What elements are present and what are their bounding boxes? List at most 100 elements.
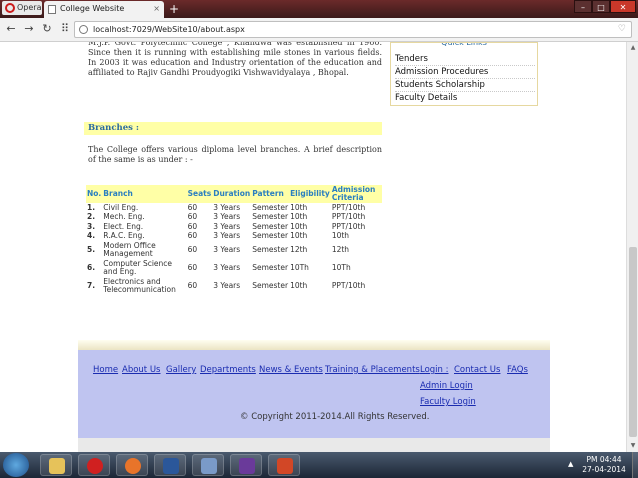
footer-link-about-us[interactable]: About Us (122, 365, 160, 375)
forward-button[interactable]: → (22, 22, 36, 35)
opera-menu-label: Opera (17, 3, 42, 12)
cell-eligibility: 10Th (290, 263, 309, 272)
footer-link-faculty-login[interactable]: Faculty Login (420, 397, 476, 407)
quick-links-heading: Quick Links (391, 43, 537, 49)
cell-branch: Elect. Eng. (103, 221, 144, 231)
maximize-button[interactable]: □ (592, 0, 610, 13)
col-duration: Duration (212, 185, 252, 203)
footer-link-faqs[interactable]: FAQs (507, 365, 528, 375)
sidebar-item-students-scholarship[interactable]: Students Scholarship (395, 79, 535, 92)
cell-seats: 60 (187, 212, 198, 222)
taskbar-powerpoint-button[interactable] (268, 454, 300, 476)
site-footer: Home About Us Gallery Departments News &… (78, 350, 550, 438)
footer-link-gallery[interactable]: Gallery (166, 365, 196, 375)
cell-pattern: Semester (252, 281, 289, 290)
cell-duration: 3 Years (213, 212, 241, 222)
sidebar-item-tenders[interactable]: Tenders (395, 53, 535, 66)
col-branch: Branch (102, 185, 187, 203)
cell-seats: 60 (187, 221, 198, 231)
table-row: 6. Computer Science and Eng. 60 3 Years Seme… (86, 259, 382, 277)
cell-seats: 60 (187, 202, 198, 212)
cell-duration: 3 Years (213, 281, 241, 290)
browser-titlebar: Opera College Website × + – □ ✕ (0, 0, 638, 18)
tab-title: College Website (60, 4, 125, 13)
opera-menu-button[interactable]: Opera (2, 1, 42, 15)
taskbar-word-button[interactable] (154, 454, 186, 476)
firefox-icon (125, 458, 141, 474)
footer-link-home[interactable]: Home (93, 365, 118, 375)
footer-link-login[interactable]: Login : (420, 365, 449, 375)
table-row: 4. R.A.C. Eng. 60 3 Years Semester 10th 10th (86, 232, 382, 242)
cell-duration: 3 Years (213, 263, 241, 272)
minimize-button[interactable]: – (574, 0, 592, 13)
cell-duration: 3 Years (213, 221, 241, 231)
taskbar-clock[interactable]: PM 04:44 27-04-2014 (578, 455, 630, 475)
cell-branch: Computer Science and Eng. (103, 259, 173, 276)
opera-icon (87, 458, 103, 474)
footer-link-admin-login[interactable]: Admin Login (420, 381, 473, 391)
sidebar-item-faculty-details[interactable]: Faculty Details (395, 92, 535, 105)
url-text: localhost:7029/WebSite10/about.aspx (93, 25, 245, 34)
back-button[interactable]: ← (4, 22, 18, 35)
footer-link-news-events[interactable]: News & Events (259, 365, 323, 375)
taskbar-opera-button[interactable] (78, 454, 110, 476)
web-page: M.J.P. Govt. Polytechnic College , Khand… (0, 42, 638, 452)
taskbar-firefox-button[interactable] (116, 454, 148, 476)
new-tab-button[interactable]: + (166, 1, 182, 17)
branch-table-body: 1. Civil Eng. 60 3 Years Semester 10th PPT/10t… (86, 203, 382, 295)
scroll-down-icon[interactable]: ▼ (627, 440, 638, 452)
cell-duration: 3 Years (213, 231, 241, 241)
cell-no: 5. (87, 245, 96, 254)
close-window-button[interactable]: ✕ (610, 0, 636, 13)
footer-link-training-placements[interactable]: Training & Placements (325, 365, 420, 375)
url-field[interactable]: localhost:7029/WebSite10/about.aspx ♡ (74, 21, 632, 38)
cell-pattern: Semester (252, 202, 289, 212)
app-icon (201, 458, 217, 474)
col-eligibility: Eligibility (289, 185, 331, 203)
taskbar-explorer-button[interactable] (40, 454, 72, 476)
table-row: 7. Electronics and Telecommunication 60 3 Y… (86, 277, 382, 295)
folder-icon (49, 458, 65, 474)
cell-admission: PPT/10th (331, 212, 366, 222)
footer-divider (78, 340, 550, 350)
show-desktop-button[interactable] (632, 452, 638, 478)
taskbar-app-button[interactable] (192, 454, 224, 476)
cell-pattern: Semester (252, 263, 289, 272)
cell-no: 4. (87, 231, 96, 241)
start-button[interactable] (3, 453, 29, 477)
vertical-scrollbar[interactable]: ▲ ▼ (626, 42, 638, 452)
col-pattern: Pattern (251, 185, 290, 203)
reload-button[interactable]: ↻ (40, 22, 54, 35)
tab-close-icon[interactable]: × (153, 1, 160, 17)
taskbar-visual-studio-button[interactable] (230, 454, 262, 476)
cell-admission: 10th (331, 231, 350, 241)
col-admission-criteria: Admission Criteria (330, 185, 382, 203)
table-row: 1. Civil Eng. 60 3 Years Semester 10th PPT/10t… (86, 203, 382, 213)
speed-dial-icon[interactable]: ⠿ (58, 22, 72, 35)
cell-branch: Civil Eng. (103, 202, 139, 212)
footer-link-contact-us[interactable]: Contact Us (454, 365, 500, 375)
window-controls: – □ ✕ (574, 0, 636, 14)
browser-tab[interactable]: College Website × (44, 1, 164, 18)
table-header-row: No. Branch Seats Duration Pattern Eligib… (86, 185, 382, 203)
globe-icon (79, 25, 88, 34)
table-row: 3. Elect. Eng. 60 3 Years Semester 10th PPT/10… (86, 222, 382, 232)
bookmark-heart-icon[interactable]: ♡ (618, 22, 626, 37)
footer-link-departments[interactable]: Departments (200, 365, 256, 375)
cell-admission: PPT/10th (331, 221, 366, 231)
cell-branch: Mech. Eng. (103, 212, 145, 222)
cell-seats: 60 (187, 231, 198, 241)
cell-branch: Electronics and Telecommunication (103, 277, 176, 294)
cell-no: 7. (87, 281, 96, 290)
scroll-thumb[interactable] (629, 247, 637, 437)
cell-duration: 3 Years (213, 245, 241, 254)
cell-seats: 60 (187, 245, 198, 254)
windows-taskbar: ▲ PM 04:44 27-04-2014 (0, 452, 638, 478)
sidebar-item-admission-procedures[interactable]: Admission Procedures (395, 66, 535, 79)
quick-links-panel: Quick Links Tenders Admission Procedures… (390, 42, 538, 106)
cell-eligibility: 10th (290, 202, 308, 212)
cell-branch: R.A.C. Eng. (103, 231, 145, 241)
tray-expand-icon[interactable]: ▲ (568, 460, 573, 468)
cell-admission: 12th (331, 245, 350, 254)
scroll-up-icon[interactable]: ▲ (627, 42, 638, 54)
